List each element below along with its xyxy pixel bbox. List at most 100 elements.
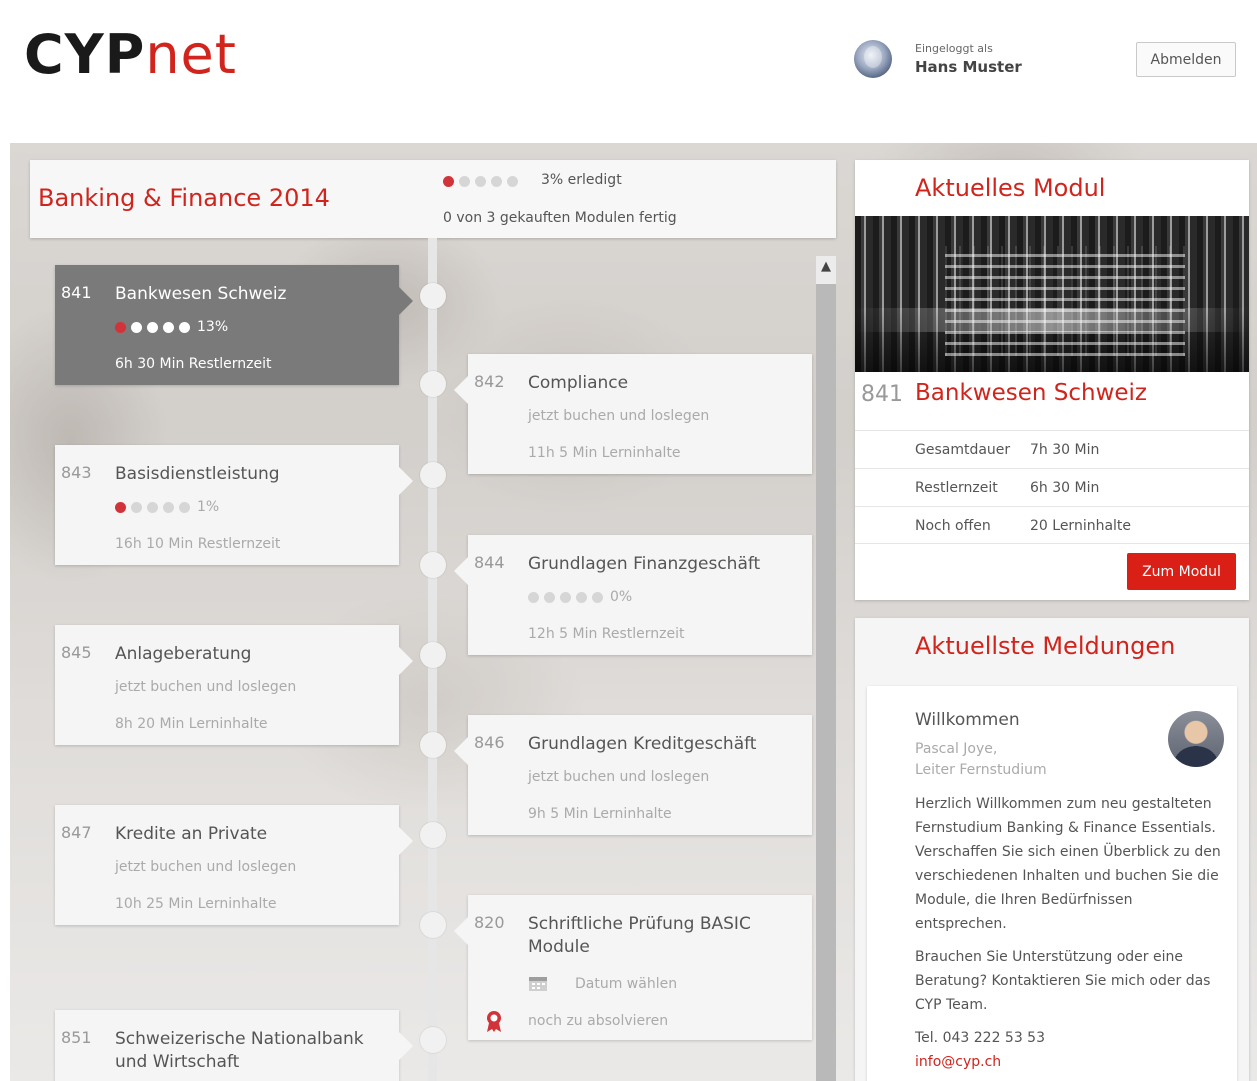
module-percent: 1% <box>197 499 220 515</box>
news-panel-title: Aktuellste Meldungen <box>915 632 1176 660</box>
module-cta: jetzt buchen und loslegen <box>115 679 297 695</box>
timeline-node <box>420 822 446 848</box>
info-row-open: Noch offen 20 Lerninhalte <box>855 506 1249 544</box>
module-progress: 0% <box>528 589 632 605</box>
news-panel: Aktuellste Meldungen Willkommen Pascal J… <box>855 618 1249 1081</box>
news-author: Pascal Joye, Leiter Fernstudium <box>915 739 1047 781</box>
news-author-role: Leiter Fernstudium <box>915 762 1047 778</box>
current-module-name[interactable]: Bankwesen Schweiz <box>915 380 1147 406</box>
module-card-843[interactable]: 843 Basisdienstleistung 1% 16h 10 Min Re… <box>55 445 413 565</box>
news-phone: Tel. 043 222 53 53 <box>915 1030 1045 1046</box>
user-name: Hans Muster <box>915 58 1022 76</box>
module-cta: jetzt buchen und loslegen <box>528 408 710 424</box>
progress-dot <box>131 321 142 333</box>
module-time: 6h 30 Min Restlernzeit <box>115 356 272 372</box>
progress-dot <box>491 176 502 187</box>
module-name: Grundlagen Finanzgeschäft <box>528 554 761 574</box>
progress-dot <box>115 321 126 333</box>
news-body: Herzlich Willkommen zum neu gestalteten … <box>915 792 1227 1074</box>
chevron-up-icon[interactable]: ▲ <box>816 256 836 278</box>
module-name: Kredite an Private <box>115 824 268 844</box>
timeline-node <box>420 283 446 309</box>
info-value: 20 Lerninhalte <box>1030 518 1132 534</box>
info-row-duration: Gesamtdauer 7h 30 Min <box>855 430 1249 468</box>
progress-dot <box>115 501 126 513</box>
user-avatar <box>854 40 892 78</box>
top-header: CYPnet Eingeloggt als Hans Muster Abmeld… <box>10 10 1257 143</box>
scrollbar-thumb[interactable] <box>816 284 836 1081</box>
module-time: 16h 10 Min Restlernzeit <box>115 536 281 552</box>
module-percent: 0% <box>610 589 633 605</box>
progress-dot <box>147 321 158 333</box>
date-select[interactable]: Datum wählen <box>528 975 677 992</box>
news-email-link[interactable]: info@cyp.ch <box>915 1050 1227 1074</box>
module-number: 847 <box>61 823 92 842</box>
module-card-842[interactable]: 842 Compliance jetzt buchen und loslegen… <box>454 354 812 474</box>
progress-dot <box>131 501 142 513</box>
progress-dot <box>560 591 571 603</box>
award-icon <box>484 1009 504 1033</box>
timeline-node <box>420 462 446 488</box>
progress-dot <box>443 176 454 187</box>
timeline-node <box>420 732 446 758</box>
module-progress: 1% <box>115 499 219 515</box>
module-time: 9h 5 Min Lerninhalte <box>528 806 672 822</box>
logo-net: net <box>145 23 237 86</box>
logout-button[interactable]: Abmelden <box>1136 42 1236 77</box>
module-number: 843 <box>61 463 92 482</box>
info-key: Restlernzeit <box>915 480 998 496</box>
logged-in-label: Eingeloggt als <box>915 42 993 55</box>
module-name: Basisdienstleistung <box>115 464 280 484</box>
module-card-844[interactable]: 844 Grundlagen Finanzgeschäft 0% 12h 5 M… <box>454 535 812 655</box>
module-card-846[interactable]: 846 Grundlagen Kreditgeschäft jetzt buch… <box>454 715 812 835</box>
course-progress-label: 3% erledigt <box>541 172 622 188</box>
module-time: 12h 5 Min Restlernzeit <box>528 626 685 642</box>
info-value: 6h 30 Min <box>1030 480 1100 496</box>
current-module-number: 841 <box>861 382 903 407</box>
module-cta: jetzt buchen und loslegen <box>528 769 710 785</box>
logo[interactable]: CYPnet <box>24 28 237 82</box>
timeline-node <box>420 552 446 578</box>
module-card-847[interactable]: 847 Kredite an Private jetzt buchen und … <box>55 805 413 925</box>
module-time: 10h 25 Min Lerninhalte <box>115 896 277 912</box>
module-card-820[interactable]: 820 Schriftliche Prüfung BASIC Module Da… <box>454 895 812 1040</box>
progress-dot <box>163 321 174 333</box>
progress-dot <box>163 501 174 513</box>
module-name: Schriftliche Prüfung BASIC Module <box>528 914 751 957</box>
progress-dot <box>507 176 518 187</box>
go-to-module-button[interactable]: Zum Modul <box>1127 553 1236 590</box>
timeline-node <box>420 371 446 397</box>
module-status: noch zu absolvieren <box>528 1013 669 1029</box>
module-card-841[interactable]: 841 Bankwesen Schweiz 13% 6h 30 Min Rest… <box>55 265 413 385</box>
modules-done-label: 0 von 3 gekauften Modulen fertig <box>443 210 677 226</box>
module-number: 820 <box>474 913 505 932</box>
course-title: Banking & Finance 2014 <box>38 184 330 212</box>
progress-dot <box>459 176 470 187</box>
timeline-node <box>420 642 446 668</box>
module-time: 11h 5 Min Lerninhalte <box>528 445 681 461</box>
progress-dot <box>475 176 486 187</box>
module-number: 845 <box>61 643 92 662</box>
news-item: Willkommen Pascal Joye, Leiter Fernstudi… <box>867 686 1237 1081</box>
current-module-panel: Aktuelles Modul 841 Bankwesen Schweiz Ge… <box>855 160 1249 600</box>
logo-cyp: CYP <box>24 23 146 86</box>
info-key: Noch offen <box>915 518 991 534</box>
timeline-node <box>420 912 446 938</box>
info-row-remaining: Restlernzeit 6h 30 Min <box>855 468 1249 506</box>
progress-dot <box>179 501 190 513</box>
info-key: Gesamtdauer <box>915 442 1011 458</box>
progress-dot <box>592 591 603 603</box>
progress-dot <box>544 591 555 603</box>
module-time: 8h 20 Min Lerninhalte <box>115 716 268 732</box>
module-name: Compliance <box>528 373 629 393</box>
module-number: 842 <box>474 372 505 391</box>
module-number: 851 <box>61 1028 92 1047</box>
module-percent: 13% <box>197 319 229 335</box>
news-paragraph: Brauchen Sie Unterstützung oder eine Ber… <box>915 949 1211 1013</box>
progress-dot <box>528 591 539 603</box>
module-cta: jetzt buchen und loslegen <box>115 859 297 875</box>
module-card-851[interactable]: 851 Schweizerische Nationalbank und Wirt… <box>55 1010 413 1081</box>
progress-dot <box>576 591 587 603</box>
module-card-845[interactable]: 845 Anlageberatung jetzt buchen und losl… <box>55 625 413 745</box>
timeline-node <box>420 1027 446 1053</box>
